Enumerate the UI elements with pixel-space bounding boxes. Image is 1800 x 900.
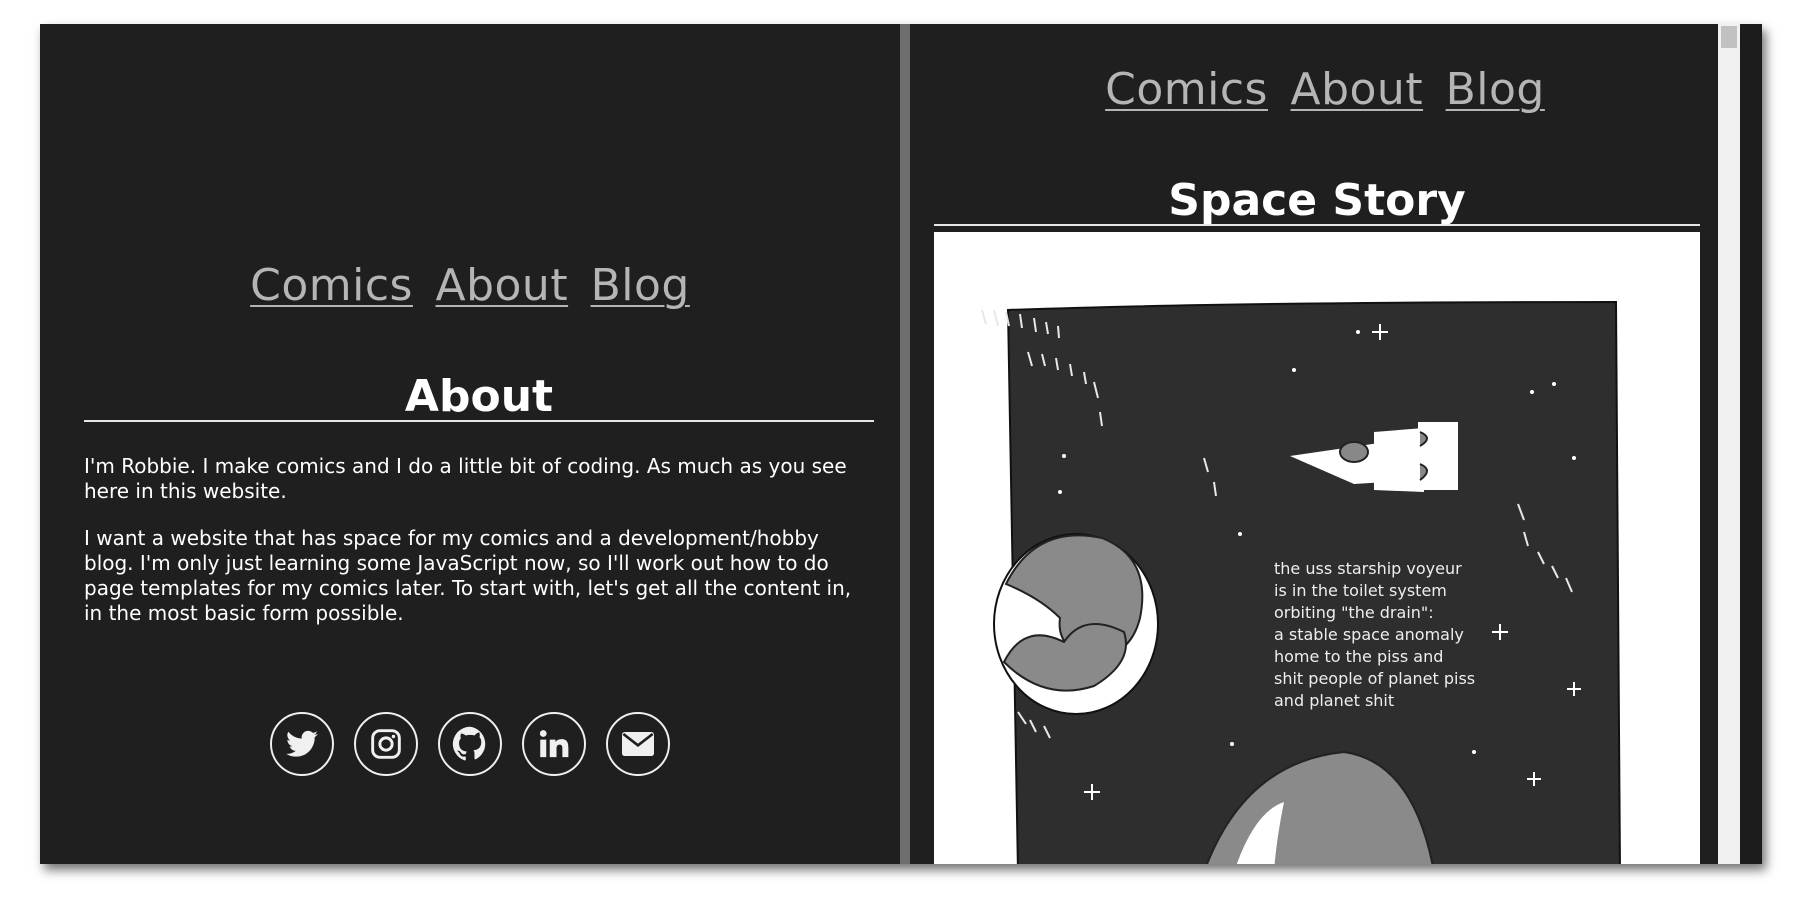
comic-image: the uss starship voyeur is in the toilet… [934, 232, 1700, 864]
social-links [40, 712, 900, 776]
pane-divider[interactable] [900, 24, 910, 864]
linkedin-icon [539, 730, 569, 758]
github-icon [452, 726, 486, 761]
nav-link-comics[interactable]: Comics [250, 260, 413, 311]
scrollbar-thumb[interactable] [1721, 26, 1737, 48]
main-nav: Comics About Blog [40, 260, 900, 311]
nav-link-about[interactable]: About [435, 260, 568, 311]
browser-window: Comics About Blog About I'm Robbie. I ma… [40, 24, 1762, 864]
nav-link-blog[interactable]: Blog [1446, 64, 1545, 115]
instagram-icon [371, 729, 401, 759]
email-icon [622, 732, 654, 756]
nav-link-comics[interactable]: Comics [1105, 64, 1268, 115]
about-paragraph-2: I want a website that has space for my c… [84, 526, 852, 625]
page-title: About [84, 374, 874, 422]
nav-link-about[interactable]: About [1290, 64, 1423, 115]
nav-link-blog[interactable]: Blog [591, 260, 690, 311]
comic-caption: the uss starship voyeur is in the toilet… [1274, 559, 1476, 710]
left-pane: Comics About Blog About I'm Robbie. I ma… [40, 24, 900, 864]
email-link[interactable] [606, 712, 670, 776]
twitter-link[interactable] [270, 712, 334, 776]
instagram-link[interactable] [354, 712, 418, 776]
main-nav-right: Comics About Blog [910, 64, 1740, 115]
comic-title: Space Story [934, 178, 1700, 226]
right-pane: Comics About Blog Space Story the uss st… [910, 24, 1740, 864]
comic-illustration [981, 300, 1621, 864]
linkedin-link[interactable] [522, 712, 586, 776]
about-paragraph-1: I'm Robbie. I make comics and I do a lit… [84, 454, 847, 503]
github-link[interactable] [438, 712, 502, 776]
scrollbar[interactable] [1718, 24, 1740, 864]
twitter-icon [286, 730, 318, 757]
